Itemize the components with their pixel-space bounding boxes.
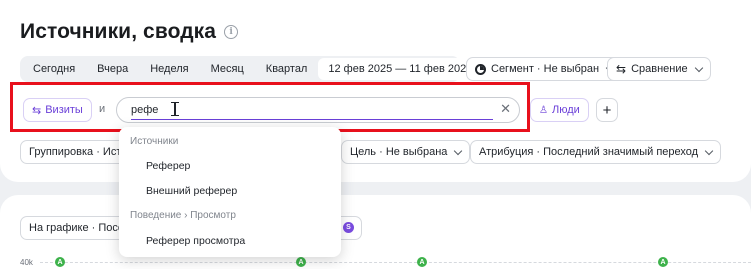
annotation-marker[interactable]: A: [55, 257, 65, 267]
suggestion-group-title: Источники: [130, 136, 179, 147]
annotation-marker[interactable]: A: [296, 257, 306, 267]
visits-scope-button[interactable]: ⇆ Визиты: [23, 98, 92, 122]
selected-count-badge: S: [343, 222, 354, 233]
chevron-down-icon: [694, 63, 703, 72]
user-icon: ♙: [539, 104, 548, 116]
text-cursor-icon: [171, 101, 179, 117]
people-label: Люди: [551, 104, 580, 116]
switch-icon: ⇆: [32, 103, 42, 117]
period-tab-week[interactable]: Неделя: [139, 58, 199, 80]
title-row: Источники, сводка i: [20, 20, 239, 44]
suggestions-dropdown: Источники Реферер Внешний реферер Поведе…: [119, 127, 341, 257]
attribution-select[interactable]: Атрибуция · Последний значимый переход: [470, 140, 722, 164]
period-tab-today[interactable]: Сегодня: [22, 58, 86, 80]
suggestion-item-referrer[interactable]: Реферер: [146, 160, 190, 172]
segment-select[interactable]: Сегмент · Не выбран: [466, 57, 623, 81]
suggestion-item-page-referrer[interactable]: Реферер просмотра: [146, 235, 245, 247]
annotation-marker[interactable]: A: [417, 257, 427, 267]
attribution-label: Атрибуция · Последний значимый переход: [479, 146, 699, 158]
filter-search-input[interactable]: [131, 101, 493, 120]
chart-metric-label: На графике · Посе: [29, 222, 125, 234]
info-icon[interactable]: i: [224, 25, 239, 39]
page-title: Источники, сводка: [20, 20, 217, 43]
grouping-label: Группировка · Исто: [29, 146, 128, 158]
report-header-card: Источники, сводка i Сегодня Вчера Неделя…: [0, 0, 751, 182]
date-range-label: 12 фев 2025 — 11 фев 2026: [328, 63, 473, 75]
comparison-label: Сравнение: [631, 63, 688, 75]
period-tab-yesterday[interactable]: Вчера: [86, 58, 139, 80]
suggestion-item-external-referrer[interactable]: Внешний реферер: [146, 185, 237, 197]
filter-search-box[interactable]: ✕: [116, 97, 520, 123]
chevron-down-icon: [454, 146, 463, 155]
compare-arrows-icon: ⇆: [616, 62, 627, 76]
add-filter-button[interactable]: +: [596, 98, 618, 122]
y-axis-tick: 40k: [20, 258, 33, 267]
segment-label: Сегмент · Не выбран: [491, 63, 600, 75]
goal-label: Цель · Не выбрана: [350, 146, 448, 158]
chevron-down-icon: [704, 146, 714, 155]
gridline: [40, 262, 751, 263]
period-selector: Сегодня Вчера Неделя Месяц Квартал 12 фе…: [20, 56, 497, 82]
suggestion-group-title: Поведение › Просмотр: [130, 210, 236, 221]
goal-select[interactable]: Цель · Не выбрана: [341, 140, 471, 164]
people-scope-button[interactable]: ♙ Люди: [530, 98, 589, 122]
visits-label: Визиты: [45, 104, 83, 116]
comparison-select[interactable]: ⇆ Сравнение: [607, 57, 711, 81]
close-icon[interactable]: ✕: [500, 102, 511, 117]
annotation-marker[interactable]: A: [658, 257, 668, 267]
filter-highlight-frame: ⇆ Визиты и ✕: [10, 82, 530, 132]
period-tab-month[interactable]: Месяц: [200, 58, 255, 80]
period-tab-quarter[interactable]: Квартал: [255, 58, 319, 80]
pie-chart-icon: [475, 63, 486, 75]
and-label: и: [99, 103, 106, 115]
